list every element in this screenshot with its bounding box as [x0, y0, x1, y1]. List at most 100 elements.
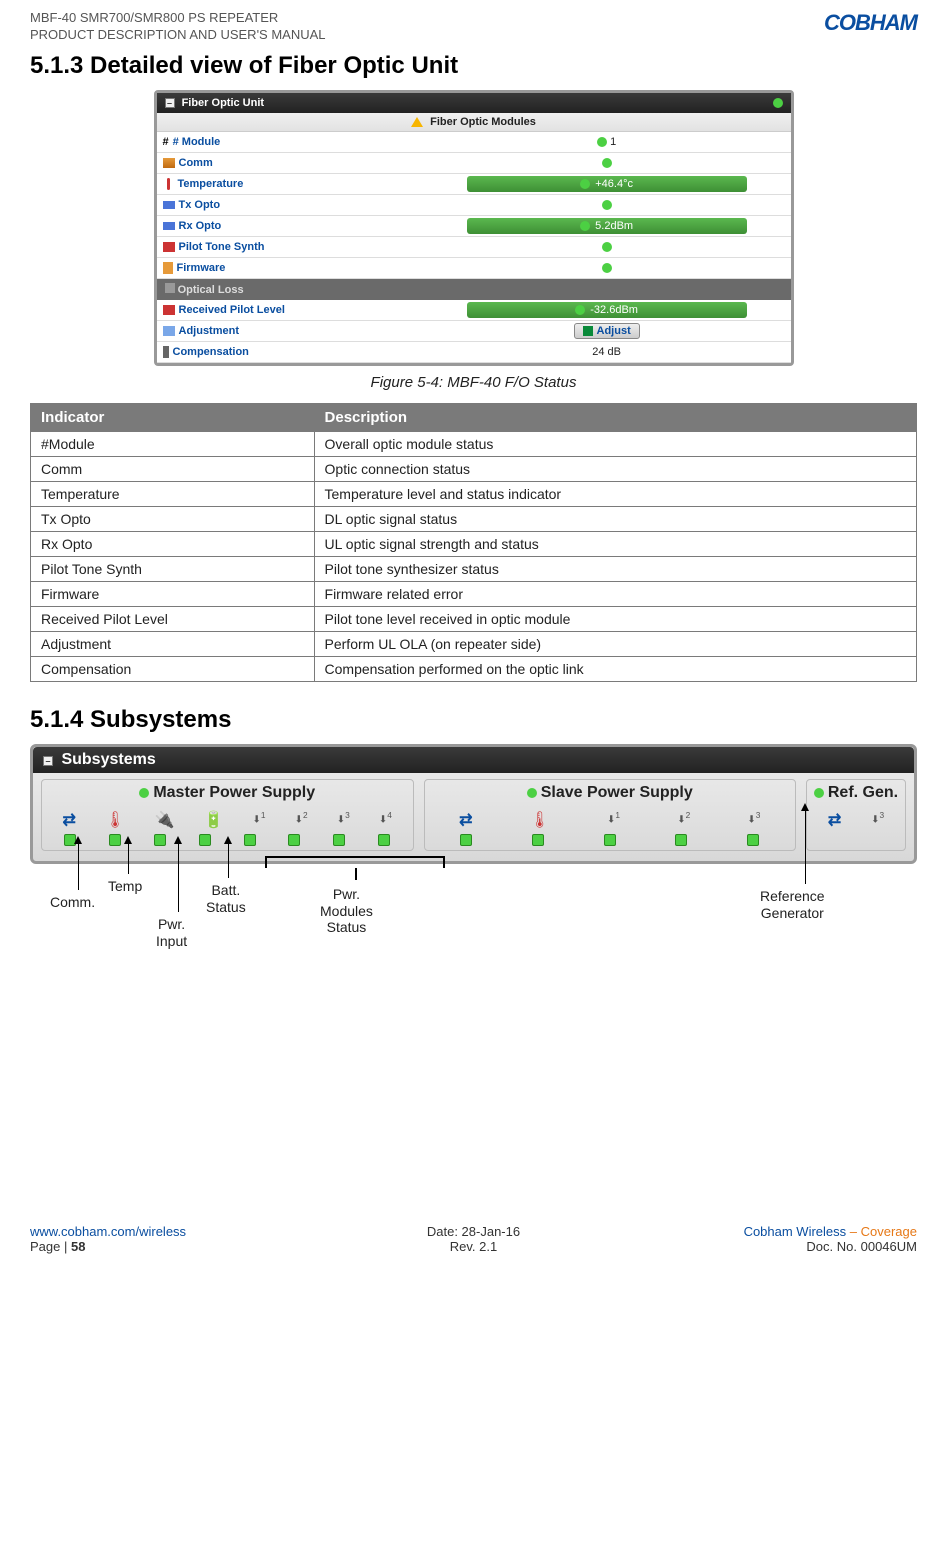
status-dot-icon [580, 221, 590, 231]
pill-temperature: +46.4°c [467, 176, 747, 192]
cell-description: Temperature level and status indicator [314, 481, 916, 506]
annotation-batt: Batt.Status [206, 882, 246, 916]
footer-rev: Rev. 2.1 [327, 1239, 620, 1254]
table-row: CompensationCompensation performed on th… [31, 656, 917, 681]
status-led-icon [244, 834, 256, 846]
adjust-square-icon [583, 326, 593, 336]
table-row: Pilot Tone SynthPilot tone synthesizer s… [31, 556, 917, 581]
footer-url[interactable]: www.cobham.com/wireless [30, 1224, 186, 1239]
fo-row-rx-opto: Rx Opto 5.2dBm [157, 216, 791, 237]
table-row: AdjustmentPerform UL OLA (on repeater si… [31, 631, 917, 656]
fo-row-temperature: Temperature +46.4°c [157, 174, 791, 195]
footer-date: Date: 28-Jan-16 [327, 1224, 620, 1239]
pilot-icon [163, 305, 175, 315]
fo-row-adjustment: Adjustment Adjust [157, 321, 791, 342]
pilot-icon [163, 242, 175, 252]
cell-description: Firmware related error [314, 581, 916, 606]
thermometer-icon: 🌡 [530, 810, 550, 830]
header-left: MBF-40 SMR700/SMR800 PS REPEATER PRODUCT… [30, 10, 326, 44]
section-513-title: 5.1.3 Detailed view of Fiber Optic Unit [30, 52, 917, 80]
hash-icon [163, 136, 169, 148]
fiber-optic-screenshot: – Fiber Optic Unit Fiber Optic Modules #… [154, 90, 794, 366]
status-dot-icon [580, 179, 590, 189]
cell-description: Pilot tone level received in optic modul… [314, 606, 916, 631]
table-row: CommOptic connection status [31, 456, 917, 481]
power-input-icon: 🔌 [154, 810, 174, 830]
cell-description: Compensation performed on the optic link [314, 656, 916, 681]
annotation-ref-gen: ReferenceGenerator [760, 888, 825, 922]
cell-description: UL optic signal strength and status [314, 531, 916, 556]
annotation-pwr-input: Pwr.Input [156, 916, 187, 950]
cell-indicator: Comm [31, 456, 315, 481]
comm-icon: ⇄ [828, 810, 841, 830]
cell-indicator: Firmware [31, 581, 315, 606]
cell-description: Overall optic module status [314, 431, 916, 456]
fo-row-pilot-tone: Pilot Tone Synth [157, 237, 791, 258]
battery-status-icon: 🔋 [203, 810, 223, 830]
fo-row-received-pilot: Received Pilot Level -32.6dBm [157, 300, 791, 321]
fo-row-module: # Module 1 [157, 132, 791, 153]
fo-optical-loss-header: Optical Loss [157, 279, 791, 300]
status-dot-icon [139, 788, 149, 798]
brace-icon [265, 856, 445, 866]
module-icon: ⬇1 [607, 810, 620, 830]
comm-icon: ⇄ [459, 810, 472, 830]
module-icon: ⬇3 [871, 810, 884, 830]
collapse-toggle-icon[interactable]: – [165, 98, 175, 108]
pill-received-pilot: -32.6dBm [467, 302, 747, 318]
status-led-icon [154, 834, 166, 846]
fo-row-firmware: Firmware [157, 258, 791, 279]
cell-indicator: Rx Opto [31, 531, 315, 556]
table-row: Rx OptoUL optic signal strength and stat… [31, 531, 917, 556]
table-row: TemperatureTemperature level and status … [31, 481, 917, 506]
status-led-icon [333, 834, 345, 846]
module-icon: ⬇2 [677, 810, 690, 830]
footer-doc: Doc. No. 00046UM [624, 1239, 917, 1254]
brand-logo: COBHAM [824, 10, 917, 36]
subsystems-panel: – Subsystems Master Power Supply ⇄ 🌡 🔌 🔋… [30, 744, 917, 864]
status-led-icon [604, 834, 616, 846]
th-indicator: Indicator [31, 403, 315, 431]
page-footer: www.cobham.com/wireless Page | 58 Date: … [30, 1224, 917, 1254]
firmware-icon [163, 262, 173, 274]
subsystems-titlebar: – Subsystems [33, 747, 914, 773]
status-led-icon [675, 834, 687, 846]
fo-panel-title: Fiber Optic Unit [182, 97, 265, 109]
status-led-icon [109, 834, 121, 846]
module-icon: ⬇4 [379, 810, 392, 830]
page-header: MBF-40 SMR700/SMR800 PS REPEATER PRODUCT… [30, 10, 917, 44]
arrow-icon [78, 842, 79, 890]
fo-row-comm: Comm [157, 153, 791, 174]
annotation-temp: Temp [108, 878, 142, 895]
adjustment-icon [163, 326, 175, 336]
module-icon: ⬇2 [295, 810, 308, 830]
arrow-icon [805, 809, 806, 884]
cell-description: Perform UL OLA (on repeater side) [314, 631, 916, 656]
status-dot-icon [773, 98, 783, 108]
thermometer-icon: 🌡 [105, 810, 125, 830]
footer-page: Page | 58 [30, 1239, 85, 1254]
header-line1: MBF-40 SMR700/SMR800 PS REPEATER [30, 10, 326, 27]
thermometer-icon [167, 178, 170, 190]
fo-panel-titlebar: – Fiber Optic Unit [157, 93, 791, 113]
footer-coverage: – Coverage [846, 1224, 917, 1239]
annotation-pwr-modules: Pwr.ModulesStatus [320, 886, 373, 936]
tx-icon [163, 201, 175, 209]
status-dot-icon [597, 137, 607, 147]
figure-caption: Figure 5-4: MBF-40 F/O Status [30, 374, 917, 391]
cell-description: Optic connection status [314, 456, 916, 481]
status-dot-icon [602, 242, 612, 252]
fo-modules-header-text: Fiber Optic Modules [430, 116, 536, 128]
collapse-toggle-icon[interactable]: – [43, 756, 53, 766]
header-line2: PRODUCT DESCRIPTION AND USER'S MANUAL [30, 27, 326, 44]
cell-indicator: Tx Opto [31, 506, 315, 531]
subsystems-wrap: – Subsystems Master Power Supply ⇄ 🌡 🔌 🔋… [30, 744, 917, 984]
status-led-icon [199, 834, 211, 846]
status-dot-icon [814, 788, 824, 798]
adjust-button[interactable]: Adjust [574, 323, 640, 339]
status-dot-icon [602, 158, 612, 168]
rx-icon [163, 222, 175, 230]
fo-modules-header: Fiber Optic Modules [157, 113, 791, 132]
cell-indicator: Compensation [31, 656, 315, 681]
module-icon: ⬇1 [252, 810, 265, 830]
